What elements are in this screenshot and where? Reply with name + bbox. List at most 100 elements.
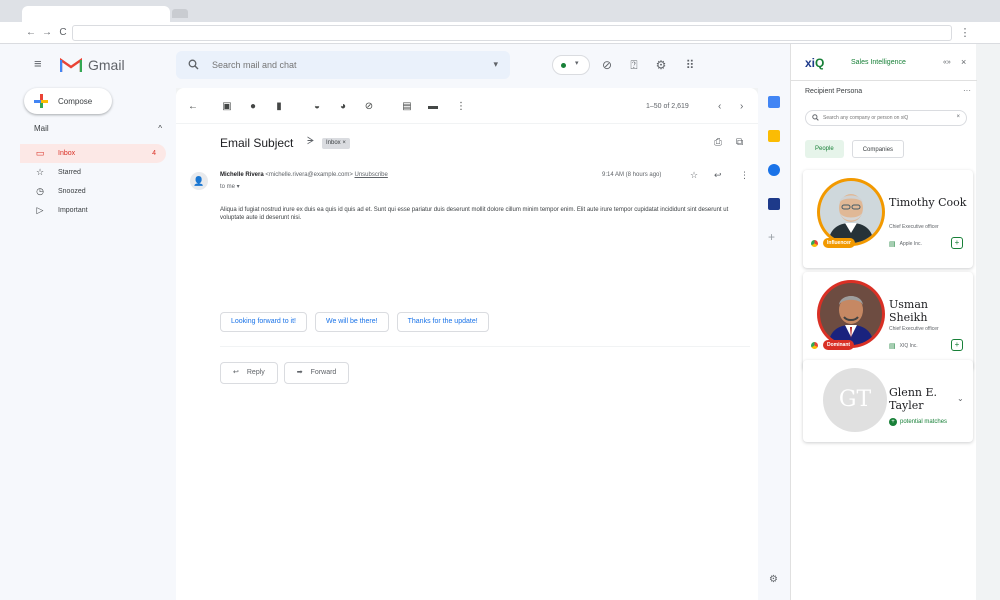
sender-avatar[interactable]: 👤	[190, 172, 208, 190]
snooze-icon[interactable]: ◕	[338, 102, 348, 112]
close-icon[interactable]: ×	[961, 57, 966, 67]
person-card[interactable]: Influencer Timothy Cook Chief Executive …	[803, 170, 973, 268]
building-icon: ▤	[889, 343, 896, 350]
address-bar[interactable]	[72, 25, 952, 41]
compose-button[interactable]: Compose	[24, 88, 112, 114]
persona-tabs: People Companies	[805, 140, 905, 158]
clock-icon: ◷	[36, 186, 44, 196]
person-card[interactable]: GT Glenn E. Tayler ⌄ + potential matches	[803, 360, 973, 442]
mail-nav-list: ▭ Inbox 4 ☆ Starred ◷ Snoozed ▷ Importan…	[20, 144, 166, 220]
xiq-search-bar[interactable]: ×	[805, 110, 967, 126]
main-menu-icon[interactable]: ≡	[34, 57, 48, 71]
xiq-search-input[interactable]	[823, 115, 953, 121]
reply-button[interactable]: ↩ Reply	[220, 362, 278, 384]
reply-label: Reply	[246, 369, 265, 376]
xiq-addon-icon[interactable]	[768, 198, 780, 210]
recipient-details[interactable]: to me ▾	[220, 183, 240, 190]
person-name[interactable]: Usman Sheikh	[889, 298, 969, 324]
browser-menu-icon[interactable]: ⋮	[958, 26, 972, 40]
persona-badge: Dominant	[823, 340, 855, 350]
forward-button[interactable]: ➡ Forward	[283, 362, 350, 384]
meet-status-icon[interactable]: ⊘	[600, 58, 614, 72]
reload-icon[interactable]: C	[56, 26, 70, 40]
new-tab-button[interactable]	[172, 9, 188, 18]
mail-section-label: Mail	[34, 124, 49, 133]
tab-companies[interactable]: Companies	[851, 140, 905, 158]
add-contact-button[interactable]: +	[951, 339, 963, 351]
side-panel-strip: + ⚙	[758, 88, 790, 600]
more-options-icon[interactable]: ⋮	[456, 102, 466, 112]
gmail-logo[interactable]: Gmail	[60, 56, 125, 74]
gmail-m-icon	[60, 57, 82, 72]
collapse-panel-icon[interactable]: «»	[943, 59, 951, 66]
label-icon[interactable]: ▬	[428, 102, 438, 112]
reply-icon[interactable]: ↩	[714, 170, 722, 181]
avatar[interactable]	[817, 178, 885, 246]
settings-gear-icon[interactable]: ⚙	[654, 58, 668, 72]
forward-icon[interactable]: →	[40, 26, 54, 40]
search-icon[interactable]	[188, 59, 200, 71]
nav-item-starred[interactable]: ☆ Starred	[20, 163, 166, 182]
building-icon: ▤	[889, 241, 896, 248]
back-to-inbox-icon[interactable]: ←	[188, 102, 198, 112]
settings-gear-icon[interactable]: ⚙	[769, 574, 778, 585]
prev-page-icon[interactable]: ‹	[718, 101, 721, 112]
mail-section-header[interactable]: Mail ^	[34, 124, 162, 133]
search-icon	[812, 113, 819, 123]
nav-item-snoozed[interactable]: ◷ Snoozed	[20, 182, 166, 201]
delete-icon[interactable]: ▮	[274, 102, 284, 112]
apps-grid-icon[interactable]: ⠿	[683, 58, 697, 72]
star-icon[interactable]: ☆	[690, 170, 698, 181]
company-link[interactable]: ▤ Apple Inc.	[889, 240, 922, 248]
search-input[interactable]	[212, 60, 452, 70]
potential-matches-link[interactable]: + potential matches	[889, 418, 947, 426]
importance-marker-icon[interactable]: ᗒ	[307, 136, 314, 147]
mark-unread-icon[interactable]: ◒	[312, 102, 322, 112]
browser-tab-active[interactable]	[22, 6, 170, 22]
avatar-initials[interactable]: GT	[823, 368, 887, 432]
chevron-down-icon: ▾	[575, 60, 579, 67]
search-bar[interactable]: ▾	[176, 51, 510, 79]
help-icon[interactable]: ⍰	[627, 58, 641, 72]
print-icon[interactable]: ⎙	[714, 137, 722, 148]
person-title: Chief Executive officer	[889, 224, 939, 230]
person-card[interactable]: Dominant Usman Sheikh Chief Executive of…	[803, 272, 973, 370]
unread-count: 4	[152, 150, 156, 157]
nav-item-label: Starred	[58, 169, 81, 176]
status-selector[interactable]: ▾	[552, 55, 590, 75]
calendar-icon[interactable]	[768, 96, 780, 108]
nav-item-inbox[interactable]: ▭ Inbox 4	[20, 144, 166, 163]
tab-people[interactable]: People	[805, 140, 844, 158]
smart-reply-chip[interactable]: We will be there!	[314, 312, 389, 332]
next-page-icon[interactable]: ›	[740, 101, 743, 112]
add-addon-icon[interactable]: +	[768, 230, 775, 244]
compose-plus-icon	[34, 94, 48, 108]
company-link[interactable]: ▤ XIQ Inc.	[889, 342, 918, 350]
unsubscribe-link[interactable]: Unsubscribe	[355, 172, 388, 178]
smart-reply-chip[interactable]: Thanks for the update!	[396, 312, 489, 332]
nav-item-label: Snoozed	[58, 188, 86, 195]
keep-icon[interactable]	[768, 130, 780, 142]
move-to-icon[interactable]: ▤	[402, 102, 412, 112]
inbox-label-chip[interactable]: Inbox ×	[322, 138, 350, 149]
back-icon[interactable]: ←	[24, 26, 38, 40]
sender-name[interactable]: Michelle Rivera	[220, 172, 264, 178]
chevron-down-icon[interactable]: ⌄	[957, 394, 964, 403]
add-task-icon[interactable]: ⊘	[364, 102, 374, 112]
open-new-window-icon[interactable]: ⧉	[736, 137, 743, 148]
add-contact-button[interactable]: +	[951, 237, 963, 249]
smart-reply-chip[interactable]: Looking forward to it!	[220, 312, 307, 332]
more-options-icon[interactable]: ⋮	[740, 170, 749, 181]
report-spam-icon[interactable]: ●	[248, 102, 258, 112]
active-status-icon	[561, 63, 566, 68]
search-options-icon[interactable]: ▾	[493, 59, 498, 70]
more-options-icon[interactable]: ···	[963, 86, 971, 95]
nav-item-important[interactable]: ▷ Important	[20, 201, 166, 220]
clear-search-icon[interactable]: ×	[956, 114, 960, 120]
archive-icon[interactable]: ▣	[222, 102, 232, 112]
person-photo	[820, 283, 882, 345]
sender-line: Michelle Rivera <michelle.rivera@example…	[220, 172, 388, 178]
avatar[interactable]	[817, 280, 885, 348]
person-name[interactable]: Timothy Cook	[889, 196, 969, 209]
tasks-icon[interactable]	[768, 164, 780, 176]
